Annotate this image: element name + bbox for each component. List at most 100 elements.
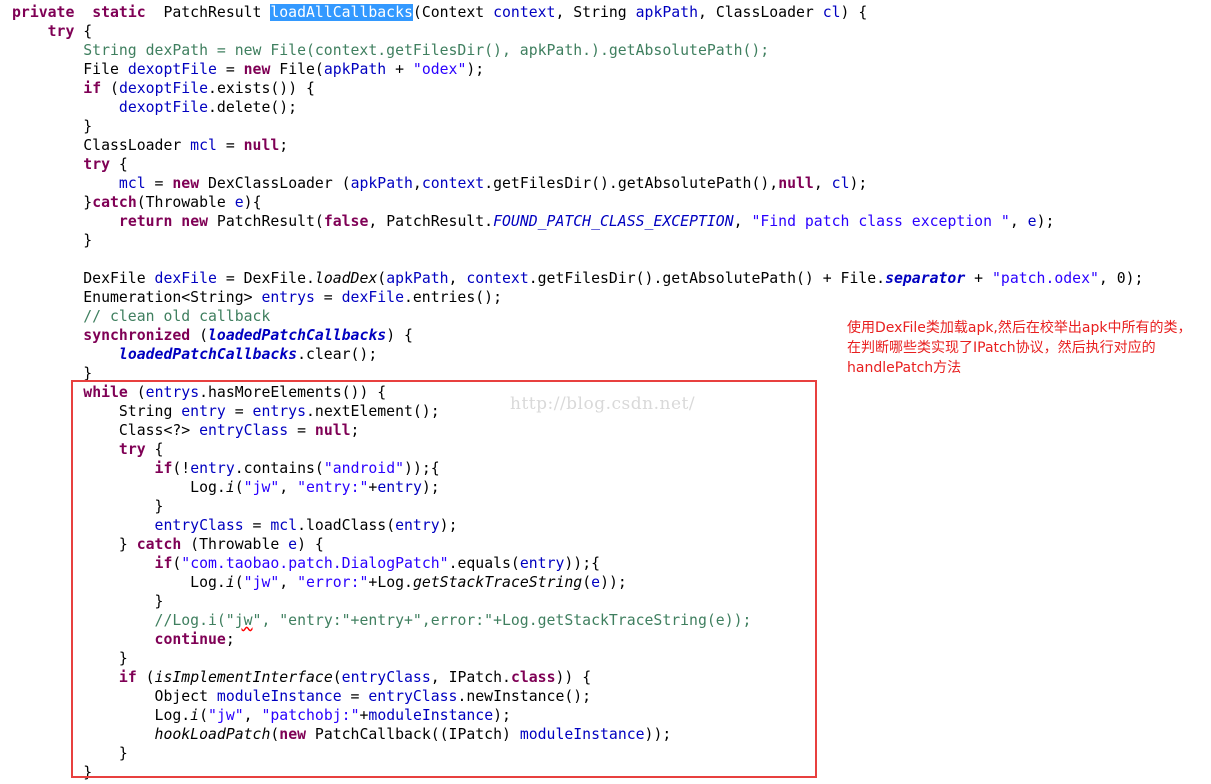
code-token: e: [1027, 213, 1037, 230]
code-token: ,: [1009, 213, 1028, 230]
code-token: .exists()) {: [208, 80, 315, 97]
code-token: try: [47, 23, 75, 40]
code-line[interactable]: }: [12, 117, 92, 136]
code-token: +: [386, 61, 413, 78]
code-line[interactable]: dexoptFile.delete();: [12, 98, 297, 117]
code-token: String dexPath = new File(context.getFil…: [12, 42, 770, 59]
code-line[interactable]: synchronized (loadedPatchCallbacks) {: [12, 326, 413, 345]
code-token: }: [12, 232, 93, 249]
code-token: dexoptFile: [118, 99, 208, 116]
code-token: new: [181, 213, 209, 230]
code-token: private: [12, 4, 75, 21]
code-line[interactable]: if (dexoptFile.exists()) {: [12, 79, 315, 98]
code-line[interactable]: }catch(Throwable e){: [12, 193, 261, 212]
code-token: "Find patch class exception ": [751, 213, 1010, 230]
code-token: DexClassLoader (: [199, 175, 351, 192]
code-line[interactable]: DexFile dexFile = DexFile.loadDex(apkPat…: [12, 269, 1143, 288]
code-line[interactable]: private static PatchResult loadAllCallba…: [12, 3, 867, 22]
code-token: );: [466, 61, 485, 78]
code-token: {: [110, 156, 128, 173]
code-line[interactable]: }: [12, 231, 92, 250]
code-token: (Context: [412, 4, 494, 21]
code-token: context: [466, 270, 529, 287]
code-token: FOUND_PATCH_CLASS_EXCEPTION: [493, 213, 734, 230]
code-token: dexFile: [154, 270, 217, 287]
code-token: ,: [412, 175, 422, 192]
code-token: (: [101, 80, 119, 97]
code-token: "patch.odex": [992, 270, 1099, 287]
annotation-text: 使用DexFile类加载apk,然后在校举出apk中所有的类，在判断哪些类实现了…: [847, 320, 1192, 376]
code-token: return: [118, 213, 173, 230]
code-token: dexoptFile: [118, 80, 209, 97]
code-line[interactable]: return new PatchResult(false, PatchResul…: [12, 212, 1054, 231]
code-token: ,: [813, 175, 832, 192]
code-token: dexFile: [341, 289, 404, 306]
code-token: cl: [831, 175, 850, 192]
code-token: }: [12, 118, 93, 135]
code-token: mcl: [190, 137, 217, 154]
code-token: );: [1036, 213, 1055, 230]
code-line[interactable]: File dexoptFile = new File(apkPath + "od…: [12, 60, 484, 79]
code-line[interactable]: loadedPatchCallbacks.clear();: [12, 345, 377, 364]
code-token: synchronized: [83, 327, 191, 344]
code-token: context: [493, 4, 556, 21]
code-token: ) {: [840, 4, 868, 21]
code-token: .getFilesDir().getAbsolutePath(),: [484, 175, 779, 192]
code-token: .delete();: [208, 99, 298, 116]
code-token: apkPath: [635, 4, 698, 21]
code-token: =: [145, 175, 173, 192]
code-token: ;: [279, 137, 289, 154]
code-token: try: [83, 156, 111, 173]
code-token: static: [92, 4, 146, 21]
code-token: PatchResult: [145, 4, 271, 21]
code-token: catch: [92, 194, 137, 211]
code-token: ,: [448, 270, 467, 287]
code-token: mcl: [118, 175, 146, 192]
code-token: =: [216, 61, 244, 78]
code-line[interactable]: Enumeration<String> entrys = dexFile.ent…: [12, 288, 502, 307]
code-token: apkPath: [386, 270, 449, 287]
code-token: false: [323, 213, 369, 230]
code-token: File: [12, 61, 128, 78]
code-token: entrys: [261, 289, 315, 306]
code-token: (Throwable: [136, 194, 235, 211]
code-token: , PatchResult.: [368, 213, 494, 230]
code-token: File(: [270, 61, 324, 78]
code-line[interactable]: mcl = new DexClassLoader (apkPath,contex…: [12, 174, 867, 193]
code-token: "odex": [412, 61, 467, 78]
code-token: =: [314, 289, 342, 306]
code-token: ClassLoader: [12, 137, 191, 154]
code-token: ) {: [386, 327, 413, 344]
code-token: , ClassLoader: [698, 4, 823, 21]
code-token: PatchResult(: [208, 213, 324, 230]
code-token: apkPath: [323, 61, 387, 78]
code-token: (: [190, 327, 209, 344]
code-line[interactable]: try {: [12, 22, 93, 41]
code-token: context: [421, 175, 485, 192]
code-token: , String: [555, 4, 636, 21]
code-token: dexoptFile: [127, 61, 217, 78]
code-token: +: [965, 270, 992, 287]
code-token: new: [172, 175, 200, 192]
code-line[interactable]: String dexPath = new File(context.getFil…: [12, 41, 769, 60]
code-line[interactable]: try {: [12, 155, 128, 174]
code-token: DexFile: [12, 270, 155, 287]
code-token: loadDex: [314, 270, 378, 287]
code-token: null: [243, 137, 280, 154]
code-token: cl: [822, 4, 841, 21]
code-token: {: [74, 23, 93, 40]
code-token: = DexFile.: [216, 270, 315, 287]
code-line[interactable]: ClassLoader mcl = null;: [12, 136, 288, 155]
code-token: e: [234, 194, 244, 211]
code-token: =: [216, 137, 244, 154]
code-token: loadedPatchCallbacks: [118, 346, 298, 363]
code-token: ,: [733, 213, 752, 230]
code-line[interactable]: // clean old callback: [12, 307, 270, 326]
code-token: , 0);: [1098, 270, 1144, 287]
